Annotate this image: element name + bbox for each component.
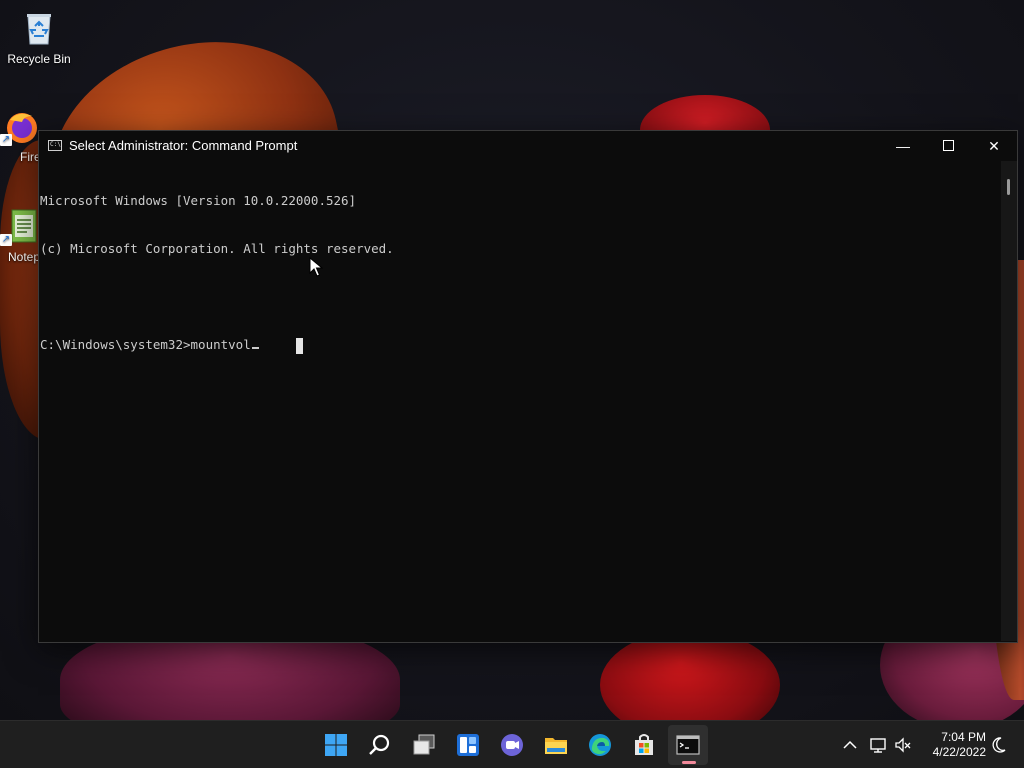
console-cursor <box>251 347 259 349</box>
console-prompt-line: C:\Windows\system32>mountvol <box>39 337 1001 353</box>
chat-button[interactable] <box>492 725 532 765</box>
widgets-button[interactable] <box>448 725 488 765</box>
close-icon: ✕ <box>988 138 1000 154</box>
console-line: Microsoft Windows [Version 10.0.22000.52… <box>40 193 357 208</box>
scrollbar-thumb[interactable] <box>1007 179 1010 195</box>
desktop-icon-label: Recycle Bin <box>7 52 71 66</box>
task-view-button[interactable] <box>404 725 444 765</box>
edge-icon <box>589 734 611 756</box>
notepad-icon: ↗ <box>0 206 40 246</box>
start-icon <box>325 734 347 756</box>
terminal-icon <box>676 735 700 755</box>
file-explorer-button[interactable] <box>536 725 576 765</box>
console-output[interactable]: Microsoft Windows [Version 10.0.22000.52… <box>39 161 1001 641</box>
network-icon[interactable] <box>868 735 888 755</box>
wallpaper-red-shape-bottom <box>600 630 780 720</box>
search-icon <box>369 734 390 755</box>
console-command: C:\Windows\system32>mountvol <box>40 337 251 352</box>
task-view-icon <box>413 734 435 755</box>
command-prompt-window[interactable]: C:\ Select Administrator: Command Prompt… <box>38 130 1018 643</box>
firefox-icon: ↗ <box>0 106 40 146</box>
close-button[interactable]: ✕ <box>971 131 1017 161</box>
chevron-up-icon[interactable] <box>840 735 860 755</box>
maximize-icon <box>942 140 954 152</box>
text-select-caret <box>296 338 303 354</box>
recycle-bin-icon <box>19 8 59 48</box>
minimize-button[interactable]: — <box>880 131 926 161</box>
clock-time: 7:04 PM <box>941 730 986 744</box>
vertical-scrollbar[interactable] <box>1001 161 1017 641</box>
edge-button[interactable] <box>580 725 620 765</box>
start-button[interactable] <box>316 725 356 765</box>
mouse-pointer-icon <box>309 257 323 277</box>
command-prompt-taskbar-button[interactable] <box>668 725 708 765</box>
desktop-icon-recycle-bin[interactable]: Recycle Bin <box>1 8 77 66</box>
taskbar: 7:04 PM 4/22/2022 <box>0 720 1024 768</box>
system-clock[interactable]: 7:04 PM 4/22/2022 <box>918 730 986 760</box>
volume-muted-icon[interactable] <box>893 735 913 755</box>
clock-date: 4/22/2022 <box>932 745 986 759</box>
command-prompt-icon-glyph: C:\ <box>50 141 61 148</box>
window-title: Select Administrator: Command Prompt <box>69 138 298 153</box>
store-icon <box>635 734 653 755</box>
shortcut-arrow-icon: ↗ <box>0 234 12 246</box>
file-explorer-icon <box>545 738 567 754</box>
active-app-indicator <box>682 761 696 764</box>
store-button[interactable] <box>624 725 664 765</box>
widgets-icon <box>457 734 479 756</box>
window-titlebar[interactable]: C:\ Select Administrator: Command Prompt… <box>39 131 1017 161</box>
search-button[interactable] <box>360 725 400 765</box>
shortcut-arrow-icon: ↗ <box>0 134 12 146</box>
chat-icon <box>501 734 523 756</box>
console-line: (c) Microsoft Corporation. All rights re… <box>40 241 394 256</box>
maximize-button[interactable] <box>925 131 971 161</box>
minimize-icon: — <box>896 138 910 154</box>
focus-assist-moon-icon[interactable] <box>990 735 1008 755</box>
command-prompt-icon: C:\ <box>48 140 62 151</box>
